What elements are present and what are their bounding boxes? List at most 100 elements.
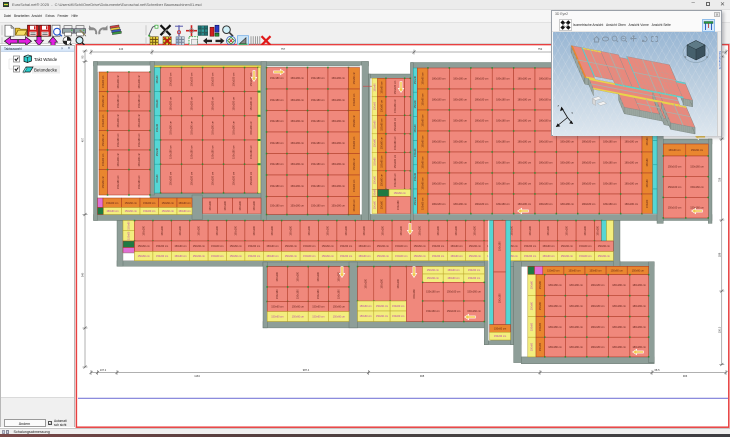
svg-text:150x60 cm: 150x60 cm: [271, 316, 283, 319]
svg-text:O: O: [706, 55, 708, 59]
svg-text:150x180: 150x180: [400, 225, 403, 235]
svg-text:z: z: [557, 104, 559, 108]
svg-text:150x180: 150x180: [566, 225, 569, 235]
svg-text:180x180 cm: 180x180 cm: [591, 346, 605, 349]
svg-text:180x180 cm: 180x180 cm: [539, 183, 553, 186]
svg-text:150x60 cm: 150x60 cm: [421, 93, 424, 105]
svg-text:150x180 cm: 150x180 cm: [290, 99, 304, 102]
svg-text:180x180 cm: 180x180 cm: [496, 78, 510, 81]
svg-text:150x60 cm: 150x60 cm: [248, 255, 260, 258]
svg-text:150x60 cm: 150x60 cm: [193, 255, 205, 258]
svg-text:150x60 cm: 150x60 cm: [333, 306, 345, 309]
svg-text:150x180 cm: 150x180 cm: [191, 73, 194, 87]
svg-text:150x60 cm: 150x60 cm: [174, 255, 186, 258]
svg-text:180x180 cm: 180x180 cm: [496, 120, 510, 123]
svg-text:150x180 cm: 150x180 cm: [331, 205, 345, 208]
svg-text:150x60: 150x60: [539, 301, 542, 310]
svg-text:150x60 cm: 150x60 cm: [285, 245, 297, 248]
svg-text:150x180 cm: 150x180 cm: [290, 185, 304, 188]
svg-text:150x60 cm: 150x60 cm: [468, 269, 480, 272]
svg-text:150x180 cm: 150x180 cm: [270, 185, 284, 188]
svg-text:150x40: 150x40: [156, 99, 159, 108]
svg-text:150x160 cm: 150x160 cm: [426, 291, 440, 294]
svg-text:150x180: 150x180: [584, 225, 587, 235]
svg-text:180x180 cm: 180x180 cm: [582, 203, 596, 206]
svg-text:180x180 cm: 180x180 cm: [432, 141, 446, 144]
svg-text:150x60 cm: 150x60 cm: [211, 255, 223, 258]
svg-text:180x180 cm: 180x180 cm: [475, 120, 489, 123]
svg-text:188: 188: [717, 252, 721, 257]
svg-text:150x180 cm: 150x180 cm: [212, 172, 215, 186]
svg-text:150x180: 150x180: [381, 278, 384, 288]
svg-text:150x160 cm: 150x160 cm: [690, 186, 704, 189]
svg-text:150x60: 150x60: [646, 158, 649, 167]
svg-text:150x60: 150x60: [373, 138, 376, 147]
svg-text:180x180 cm: 180x180 cm: [453, 183, 467, 186]
svg-text:150x60 cm: 150x60 cm: [102, 134, 105, 146]
svg-text:150x180 cm: 150x180 cm: [311, 163, 325, 166]
svg-text:150x180 cm: 150x180 cm: [138, 133, 141, 147]
svg-text:150x60 cm: 150x60 cm: [561, 245, 573, 248]
svg-text:180x180 cm: 180x180 cm: [517, 78, 531, 81]
svg-text:180x180 cm: 180x180 cm: [432, 120, 446, 123]
svg-text:180x180 cm: 180x180 cm: [475, 203, 489, 206]
svg-text:180x180 cm: 180x180 cm: [612, 284, 626, 287]
svg-text:150x180 cm: 150x180 cm: [394, 99, 397, 113]
svg-text:150x60 cm: 150x60 cm: [353, 115, 356, 127]
svg-text:150x60 cm: 150x60 cm: [632, 270, 644, 273]
svg-text:150x40: 150x40: [156, 123, 159, 132]
svg-text:150x60 cm: 150x60 cm: [376, 305, 388, 308]
svg-text:180x180 cm: 180x180 cm: [569, 284, 583, 287]
svg-text:180x180 cm: 180x180 cm: [453, 78, 467, 81]
svg-text:180x180 cm: 180x180 cm: [603, 141, 617, 144]
svg-text:443: 443: [119, 47, 124, 51]
svg-text:180x180 cm: 180x180 cm: [475, 78, 489, 81]
svg-text:150x40: 150x40: [414, 75, 417, 84]
svg-text:150x180: 150x180: [297, 289, 300, 299]
svg-text:150x60 cm: 150x60 cm: [353, 158, 356, 170]
svg-text:150x180 cm: 150x180 cm: [170, 172, 173, 186]
svg-text:150x60 cm: 150x60 cm: [668, 149, 680, 152]
svg-text:150x60 cm: 150x60 cm: [392, 315, 404, 318]
svg-text:150x60 cm: 150x60 cm: [340, 255, 352, 258]
svg-text:150x180 cm: 150x180 cm: [311, 99, 325, 102]
svg-text:150x180 cm: 150x180 cm: [331, 163, 345, 166]
svg-text:180x180 cm: 180x180 cm: [569, 346, 583, 349]
svg-text:150x60 cm: 150x60 cm: [561, 255, 573, 258]
svg-text:150x60 cm: 150x60 cm: [447, 269, 459, 272]
svg-text:150x60 cm: 150x60 cm: [106, 202, 118, 205]
svg-text:180x180 cm: 180x180 cm: [612, 305, 626, 308]
svg-text:150x180 cm: 150x180 cm: [117, 114, 120, 128]
svg-text:150x60 cm: 150x60 cm: [421, 156, 424, 168]
svg-text:150x160 cm: 150x160 cm: [690, 165, 704, 168]
svg-text:752: 752: [538, 47, 543, 51]
svg-text:150x180 cm: 150x180 cm: [270, 120, 284, 123]
svg-text:180x180 cm: 180x180 cm: [496, 99, 510, 102]
svg-text:150x180 cm: 150x180 cm: [191, 121, 194, 135]
svg-text:150x180: 150x180: [498, 241, 501, 251]
svg-text:150x180 cm: 150x180 cm: [117, 153, 120, 167]
svg-text:150x160 cm: 150x160 cm: [447, 310, 461, 313]
svg-text:180x180 cm: 180x180 cm: [539, 162, 553, 165]
svg-text:150x60 cm: 150x60 cm: [421, 198, 424, 210]
svg-text:150x60 cm: 150x60 cm: [395, 245, 407, 248]
svg-text:150x60 cm: 150x60 cm: [598, 245, 610, 248]
svg-text:150x180: 150x180: [326, 225, 329, 235]
svg-text:150x180: 150x180: [179, 225, 182, 235]
svg-text:150x180 cm: 150x180 cm: [212, 145, 215, 159]
svg-text:150x60 cm: 150x60 cm: [322, 245, 334, 248]
svg-text:150x60: 150x60: [531, 280, 534, 289]
svg-text:150x60 cm: 150x60 cm: [468, 277, 480, 280]
svg-text:150x180: 150x180: [317, 271, 320, 281]
svg-text:150x60: 150x60: [531, 322, 534, 331]
svg-text:180x180 cm: 180x180 cm: [582, 141, 596, 144]
svg-text:150x60: 150x60: [373, 175, 376, 184]
svg-text:150x180 cm: 150x180 cm: [311, 185, 325, 188]
svg-text:150x160 cm: 150x160 cm: [447, 291, 461, 294]
svg-text:150x40: 150x40: [414, 196, 417, 205]
svg-text:150x60 cm: 150x60 cm: [292, 306, 304, 309]
svg-text:150x180: 150x180: [510, 225, 513, 235]
svg-text:180x180 cm: 180x180 cm: [632, 284, 646, 287]
svg-text:150x180: 150x180: [418, 225, 421, 235]
svg-text:150x60 cm: 150x60 cm: [322, 255, 334, 258]
